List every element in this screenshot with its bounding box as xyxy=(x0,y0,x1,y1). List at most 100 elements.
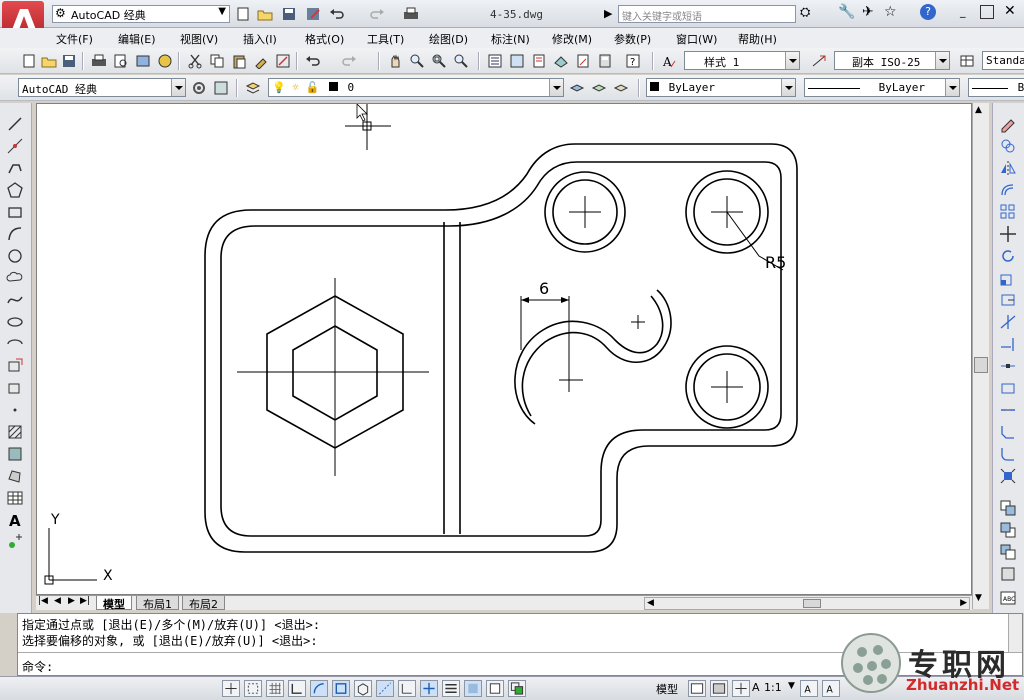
pan-icon[interactable] xyxy=(386,52,404,70)
menu-view[interactable]: 视图(V) xyxy=(180,31,218,47)
star-icon[interactable]: ☆ xyxy=(884,4,897,20)
copy-icon[interactable] xyxy=(208,52,226,70)
rectangle-icon[interactable] xyxy=(6,203,26,223)
lineweight-toggle[interactable] xyxy=(442,680,460,697)
tool-palettes-icon[interactable] xyxy=(530,52,548,70)
help-toolbar-icon[interactable]: ? xyxy=(624,52,642,70)
menu-dimension[interactable]: 标注(N) xyxy=(491,31,530,47)
layer-state-icon[interactable] xyxy=(612,79,630,97)
model-space-label[interactable]: 模型 xyxy=(656,681,678,697)
draw-order-back-icon[interactable] xyxy=(999,521,1019,541)
zoom-realtime-icon[interactable] xyxy=(408,52,426,70)
3d-osnap-toggle[interactable] xyxy=(354,680,372,697)
plot-icon[interactable] xyxy=(402,5,420,23)
hatch-icon[interactable] xyxy=(6,423,26,443)
array-icon[interactable] xyxy=(999,203,1019,223)
snap-mode-toggle[interactable] xyxy=(244,680,262,697)
scale-icon[interactable] xyxy=(999,269,1019,289)
new-file-icon[interactable] xyxy=(234,5,252,23)
dim-style-icon[interactable] xyxy=(810,52,828,70)
double-chevron-icon[interactable]: ▶ xyxy=(604,7,612,20)
transparency-toggle[interactable] xyxy=(464,680,482,697)
layer-select[interactable]: 💡 ☼ 🔓 0 xyxy=(268,78,564,97)
menu-parametric[interactable]: 参数(P) xyxy=(614,31,651,47)
layer-properties-icon[interactable] xyxy=(244,79,262,97)
move-icon[interactable] xyxy=(999,225,1019,245)
menu-draw[interactable]: 绘图(D) xyxy=(429,31,468,47)
text-to-front-icon[interactable]: ABC xyxy=(999,589,1019,609)
properties-icon[interactable] xyxy=(486,52,504,70)
insert-block-icon[interactable] xyxy=(6,357,26,377)
print-preview-icon[interactable] xyxy=(112,52,130,70)
block-editor-icon[interactable] xyxy=(274,52,292,70)
open-folder-icon[interactable] xyxy=(256,5,274,23)
markup-icon[interactable] xyxy=(574,52,592,70)
polygon-icon[interactable] xyxy=(6,181,26,201)
layer-previous-icon[interactable] xyxy=(590,79,608,97)
rotate-icon[interactable] xyxy=(999,247,1019,267)
chamfer-icon[interactable] xyxy=(999,423,1019,443)
annotation-scale[interactable]: 1:1 xyxy=(764,681,782,694)
make-current-layer-icon[interactable] xyxy=(568,79,586,97)
scroll-down-icon[interactable]: ▼ xyxy=(975,593,982,603)
make-block-icon[interactable] xyxy=(6,379,26,399)
mirror-icon[interactable] xyxy=(999,159,1019,179)
otrack-toggle[interactable] xyxy=(376,680,394,697)
copy-object-icon[interactable] xyxy=(999,137,1019,157)
horizontal-scrollbar[interactable]: ◀ ▶ xyxy=(644,597,970,610)
infer-constraints-toggle[interactable] xyxy=(222,680,240,697)
tab-layout2[interactable]: 布局2 xyxy=(182,596,225,611)
workspace-select[interactable]: AutoCAD 经典 xyxy=(18,78,186,97)
explode-icon[interactable] xyxy=(999,467,1019,487)
break-at-point-icon[interactable] xyxy=(999,357,1019,377)
spline-icon[interactable] xyxy=(6,291,26,311)
tab-nav-last-icon[interactable]: ▶| xyxy=(80,596,90,606)
menu-window[interactable]: 窗口(W) xyxy=(676,31,717,47)
tab-nav-first-icon[interactable]: |◀ xyxy=(38,596,48,606)
menu-help[interactable]: 帮助(H) xyxy=(738,31,777,47)
save-icon[interactable] xyxy=(280,5,298,23)
minimize-icon[interactable]: _ xyxy=(960,5,974,19)
fillet-icon[interactable] xyxy=(999,445,1019,465)
table-style-icon[interactable] xyxy=(958,52,976,70)
annotation-visibility-icon[interactable]: A xyxy=(800,680,818,697)
quick-properties-toggle[interactable] xyxy=(486,680,504,697)
scroll-thumb[interactable] xyxy=(974,357,988,373)
table-style-select[interactable]: Standa xyxy=(982,51,1024,70)
draw-order-front-icon[interactable] xyxy=(999,499,1019,519)
break-icon[interactable] xyxy=(999,379,1019,399)
undo-toolbar-icon[interactable] xyxy=(304,52,322,70)
menu-edit[interactable]: 编辑(E) xyxy=(118,31,156,47)
extend-icon[interactable] xyxy=(999,335,1019,355)
lineweight-select[interactable]: B xyxy=(968,78,1024,97)
stretch-icon[interactable] xyxy=(999,291,1019,311)
drawing-area[interactable]: 6 R5 Y X xyxy=(36,103,972,595)
menu-file[interactable]: 文件(F) xyxy=(56,31,93,47)
wrench-icon[interactable]: 🔧 xyxy=(838,4,855,20)
color-select[interactable]: ByLayer xyxy=(646,78,796,97)
tab-nav-next-icon[interactable]: ▶ xyxy=(68,596,75,606)
add-selected-icon[interactable] xyxy=(6,533,26,553)
help-icon[interactable]: ? xyxy=(920,4,936,20)
publish-icon[interactable] xyxy=(134,52,152,70)
qnew-icon[interactable] xyxy=(20,52,38,70)
polyline-icon[interactable] xyxy=(6,159,26,179)
3d-dwf-icon[interactable] xyxy=(156,52,174,70)
grid-display-toggle[interactable] xyxy=(266,680,284,697)
chevron-down-icon[interactable]: ▼ xyxy=(788,681,795,691)
pan-status-icon[interactable] xyxy=(732,680,750,697)
search-input[interactable]: 键入关键字或短语 xyxy=(618,5,796,23)
save-toolbar-icon[interactable] xyxy=(60,52,78,70)
offset-icon[interactable] xyxy=(999,181,1019,201)
dim-style-select[interactable]: 副本 ISO-25 xyxy=(834,51,950,70)
ducs-toggle[interactable] xyxy=(398,680,416,697)
open-icon[interactable] xyxy=(40,52,58,70)
tab-nav-prev-icon[interactable]: ◀ xyxy=(54,596,61,606)
binoculars-icon[interactable]: ⛭ xyxy=(800,5,810,20)
calculator-icon[interactable] xyxy=(596,52,614,70)
undo-icon[interactable] xyxy=(328,5,346,23)
zoom-previous-icon[interactable] xyxy=(452,52,470,70)
circle-icon[interactable] xyxy=(6,247,26,267)
text-style-select[interactable]: 样式 1 xyxy=(684,51,800,70)
quick-view-layouts-icon[interactable] xyxy=(688,680,706,697)
